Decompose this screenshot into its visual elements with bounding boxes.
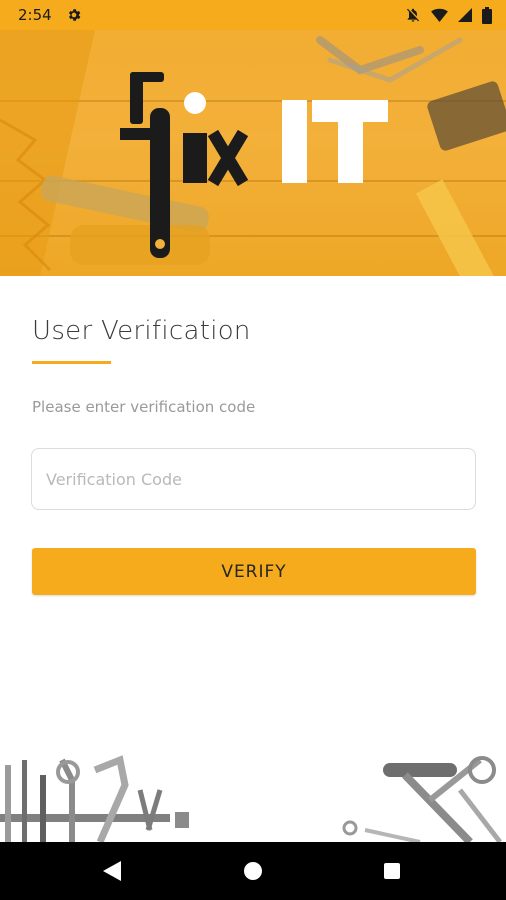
recents-icon[interactable] bbox=[384, 863, 400, 879]
fixit-logo bbox=[120, 72, 388, 258]
verification-code-input[interactable] bbox=[31, 448, 476, 510]
signal-icon bbox=[458, 8, 472, 22]
notifications-off-icon bbox=[407, 8, 419, 22]
title-underline bbox=[32, 361, 111, 364]
status-bar: 2:54 bbox=[0, 0, 506, 30]
battery-icon bbox=[482, 6, 492, 24]
back-icon[interactable] bbox=[103, 861, 121, 881]
page-title: User Verification bbox=[32, 316, 251, 346]
verify-button[interactable]: VERIFY bbox=[32, 548, 476, 595]
header-banner bbox=[0, 30, 506, 276]
instruction-text: Please enter verification code bbox=[32, 398, 256, 416]
tools-background-image bbox=[0, 30, 506, 276]
wifi-icon bbox=[431, 8, 448, 22]
home-icon[interactable] bbox=[244, 862, 262, 880]
tools-footer-image bbox=[0, 740, 506, 842]
status-time: 2:54 bbox=[18, 6, 52, 24]
navigation-bar bbox=[0, 842, 506, 900]
gear-icon bbox=[68, 9, 81, 21]
status-icons bbox=[405, 6, 492, 24]
